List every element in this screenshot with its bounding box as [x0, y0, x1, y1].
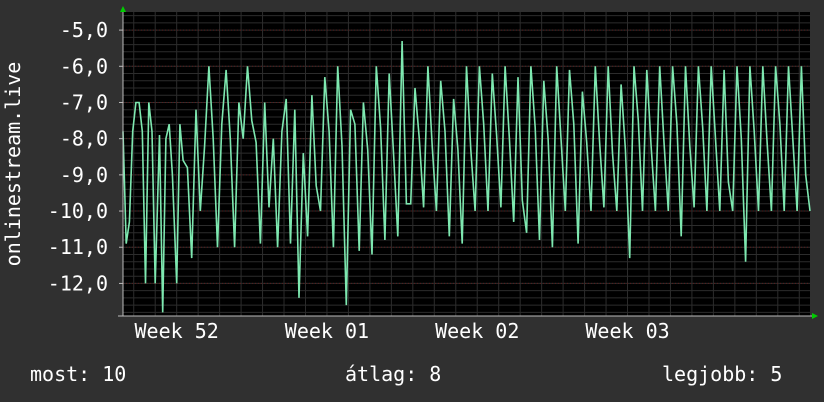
- y-tick-label: -6,0: [60, 54, 108, 78]
- y-tick-label: -12,0: [48, 271, 108, 295]
- y-tick-label: -5,0: [60, 18, 108, 42]
- chart: -5,0 -6,0 -7,0 -8,0 -9,0 -10,0 -11,0 -12,0 Week…: [1, 6, 818, 343]
- average-value: átlag: 8: [345, 362, 442, 386]
- x-tick-label: Week 52: [135, 319, 219, 343]
- x-axis-arrow-icon: [812, 313, 818, 319]
- y-tick-label: -8,0: [60, 127, 108, 151]
- y-tick-label: -7,0: [60, 90, 108, 114]
- y-tick-label: -9,0: [60, 163, 108, 187]
- y-axis-label: onlinestream.live: [1, 62, 25, 267]
- x-tick-label: Week 01: [285, 319, 369, 343]
- best-value: legjobb: 5: [662, 362, 783, 386]
- current-value: most: 10: [30, 362, 127, 386]
- x-tick-label: Week 03: [585, 319, 669, 343]
- y-tick-label: -10,0: [48, 199, 108, 223]
- x-tick-label: Week 02: [435, 319, 519, 343]
- y-axis-arrow-icon: [120, 6, 126, 12]
- plot-area: [123, 12, 810, 316]
- y-tick-label: -11,0: [48, 235, 108, 259]
